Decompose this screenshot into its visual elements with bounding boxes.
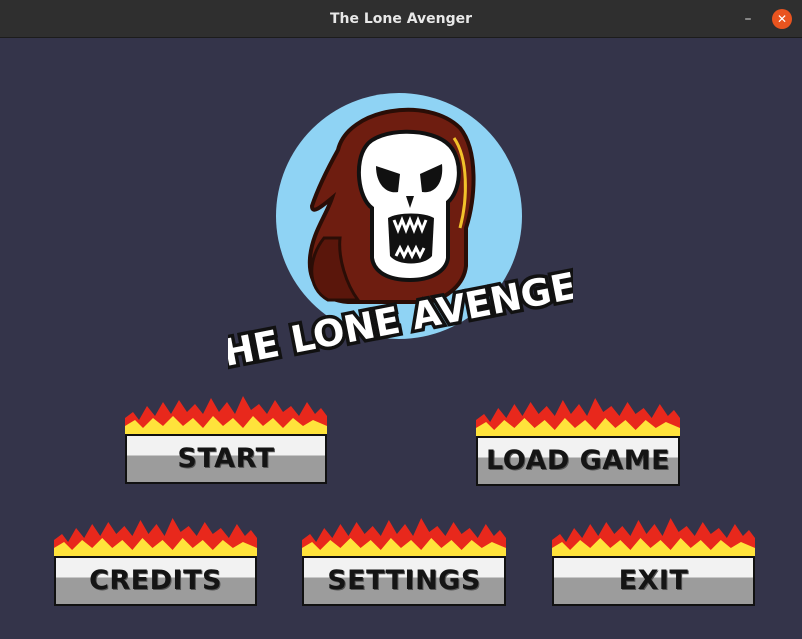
flames-decoration [552,518,755,562]
start-button[interactable]: START [125,390,327,486]
title-bar: The Lone Avenger – ✕ [0,0,802,38]
flames-decoration [476,398,680,442]
load-game-button[interactable]: LOAD GAME [476,392,680,488]
flames-decoration [302,518,506,562]
close-button[interactable]: ✕ [772,9,792,29]
settings-button-label: SETTINGS [327,565,481,596]
game-window: The Lone Avenger – ✕ THE LONE AVENGER ST… [0,0,802,639]
game-logo: THE LONE AVENGER [228,93,573,373]
window-title: The Lone Avenger [329,11,473,27]
minimize-button[interactable]: – [738,10,758,30]
credits-button-label: CREDITS [89,565,222,596]
flames-decoration [54,518,257,562]
load-game-button-label: LOAD GAME [485,445,671,476]
exit-button[interactable]: EXIT [552,512,755,608]
exit-button-label: EXIT [618,565,689,596]
credits-button[interactable]: CREDITS [54,512,257,608]
start-button-label: START [177,443,275,474]
flames-decoration [125,396,327,440]
settings-button[interactable]: SETTINGS [302,512,506,608]
